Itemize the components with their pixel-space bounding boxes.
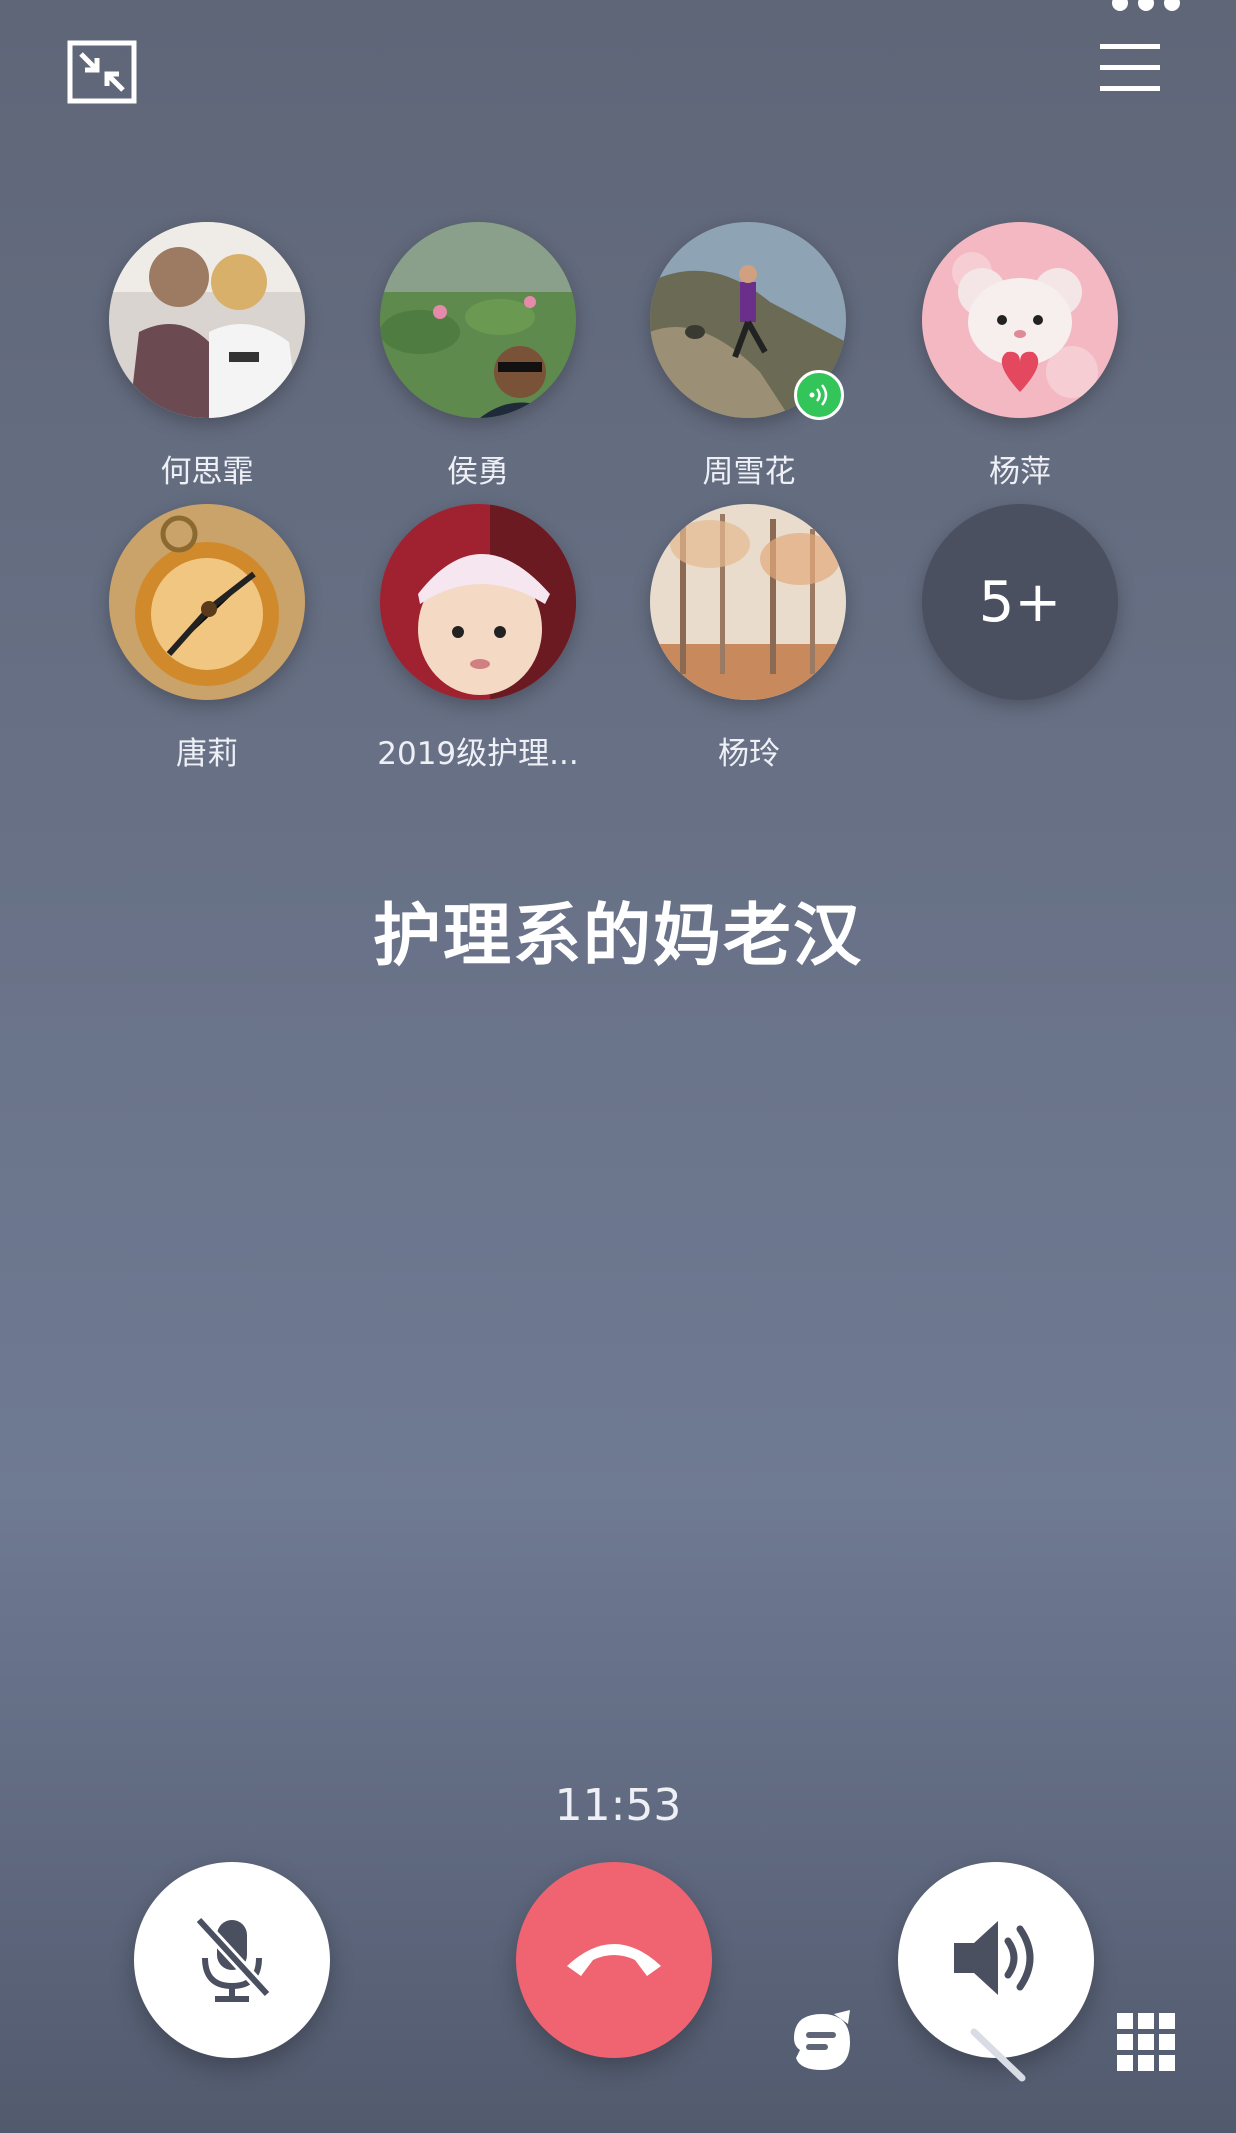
chat-bubble-icon[interactable]	[788, 2008, 856, 2076]
mute-button[interactable]	[134, 1862, 330, 2058]
participant-name: 侯勇	[447, 454, 509, 490]
call-duration: 11:53	[554, 1780, 682, 1831]
speaker-icon	[946, 1913, 1046, 2007]
participant-name: 周雪花	[702, 454, 796, 490]
more-dots-icon[interactable]	[1106, 0, 1186, 16]
more-participants-count: 5+	[978, 569, 1062, 635]
participant-name: 杨萍	[989, 454, 1051, 490]
participant-name: 唐莉	[176, 736, 238, 772]
more-participants-button[interactable]: 5+	[922, 504, 1118, 700]
participant-name: 何思霏	[160, 454, 254, 490]
menu-icon[interactable]	[1090, 36, 1170, 100]
avatar-participant-7[interactable]	[650, 504, 846, 700]
avatar-participant-2[interactable]	[380, 222, 576, 418]
group-name: 护理系的妈老汉	[372, 897, 863, 976]
phone-hangup-icon	[559, 1928, 669, 1992]
speaking-indicator-icon	[794, 370, 844, 420]
magic-wand-icon[interactable]	[946, 2004, 1028, 2084]
avatar-participant-1[interactable]	[109, 222, 305, 418]
avatar-participant-6[interactable]	[380, 504, 576, 700]
avatar-participant-5[interactable]	[109, 504, 305, 700]
participant-name: 2019级护理...	[377, 736, 579, 772]
keypad-grid-icon[interactable]	[1114, 2010, 1178, 2074]
minimize-icon[interactable]	[62, 32, 142, 112]
hangup-button[interactable]	[516, 1862, 712, 2058]
participant-name: 杨玲	[718, 736, 780, 772]
avatar-participant-4[interactable]	[922, 222, 1118, 418]
microphone-muted-icon	[187, 1910, 277, 2010]
